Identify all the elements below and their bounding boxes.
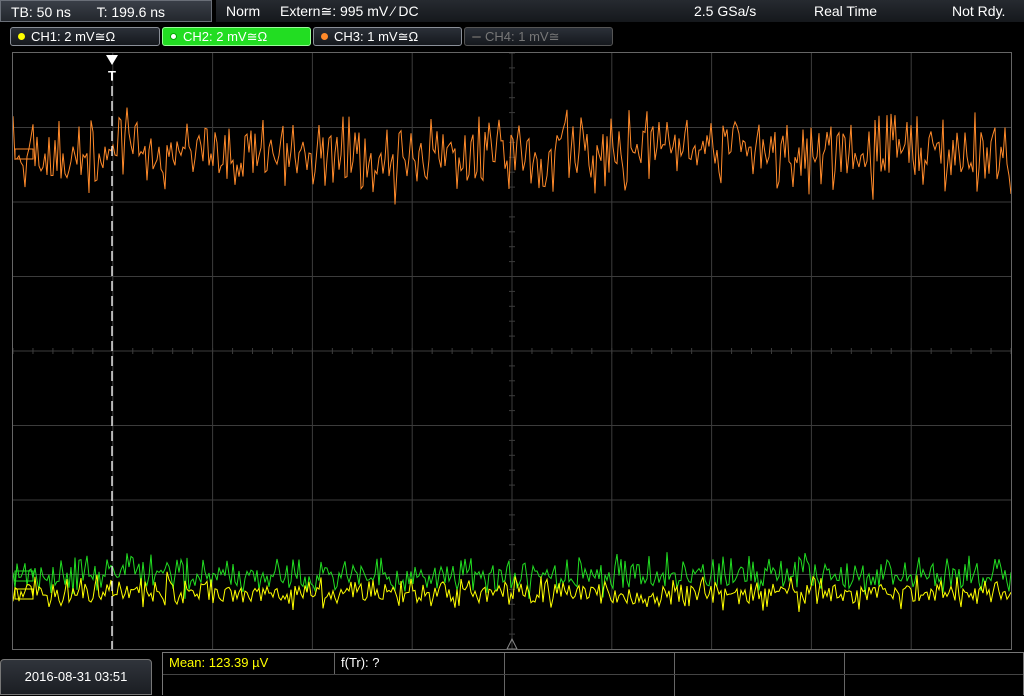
trigger-arrow-icon[interactable] [106,55,118,65]
waveform-display[interactable]: T [12,52,1012,650]
measurement-slot-6[interactable] [163,675,505,696]
ch3-label: CH3: 1 mV≅Ω [334,29,419,44]
sample-rate-label: 2.5 GSa/s [694,3,757,19]
channel-2-button[interactable]: CH2: 2 mV≅Ω [162,27,311,46]
measurement-slot-3[interactable] [505,653,675,674]
channel-4-button[interactable]: CH4: 1 mV≅ [464,27,613,46]
ch1-indicator-icon [18,33,25,40]
ch1-label: CH1: 2 mV≅Ω [31,29,116,44]
trigger-marker-label: T [108,68,116,83]
trigger-time-label: T: 199.6 ns [96,4,166,20]
trigger-mode-label: Norm [226,3,261,19]
acquisition-info-bar[interactable]: Norm Extern≅: 995 mV ⁄ DC 2.5 GSa/s Real… [216,0,1024,22]
frequency-measurement[interactable]: f(Tr): ? [335,653,505,674]
measurement-slot-5[interactable] [845,653,1023,674]
waveform-plot[interactable]: T [12,52,1012,650]
status-bar: TB: 50 ns T: 199.6 ns Norm Extern≅: 995 … [0,0,1024,24]
datetime-display: 2016-08-31 03:51 [0,659,152,695]
channel-bar: CH1: 2 mV≅Ω CH2: 2 mV≅Ω CH3: 1 mV≅Ω CH4:… [0,24,1024,48]
timebase-label: TB: 50 ns [11,4,71,20]
timebase-box[interactable]: TB: 50 ns T: 199.6 ns [0,0,212,22]
ch3-indicator-icon [321,33,328,40]
ch2-offset-marker-icon[interactable] [14,570,34,582]
trigger-source-label: Extern≅: 995 mV ⁄ DC [280,3,419,19]
ch4-label: CH4: 1 mV≅ [485,29,560,44]
ch2-label: CH2: 2 mV≅Ω [183,29,268,44]
measurement-slot-4[interactable] [675,653,845,674]
ch4-indicator-icon [472,36,481,38]
mean-measurement[interactable]: Mean: 123.39 µV [163,653,335,674]
measurement-slot-7[interactable] [505,675,675,696]
measurement-row-2 [163,674,1023,696]
measurement-panel[interactable]: Mean: 123.39 µV f(Tr): ? [162,652,1024,696]
channel-3-button[interactable]: CH3: 1 mV≅Ω [313,27,462,46]
trigger-state-label: Not Rdy. [952,3,1006,19]
acquisition-mode-label: Real Time [814,3,878,19]
channel-1-button[interactable]: CH1: 2 mV≅Ω [10,27,160,46]
measurement-slot-8[interactable] [675,675,845,696]
grid [12,52,1012,650]
ch2-indicator-icon [170,33,177,40]
